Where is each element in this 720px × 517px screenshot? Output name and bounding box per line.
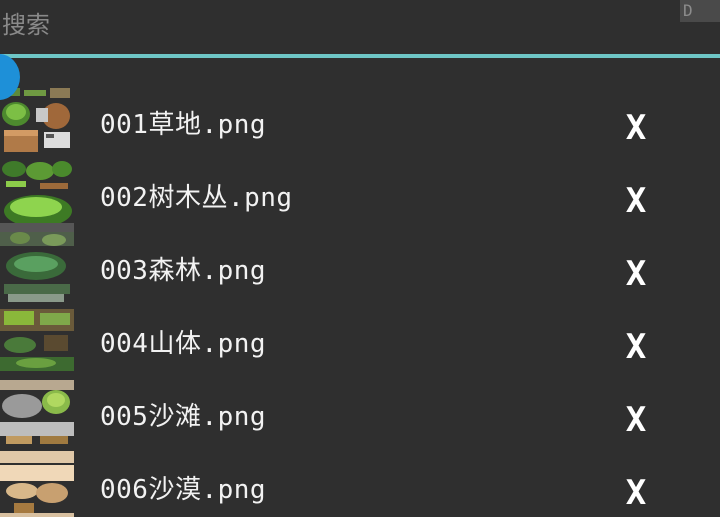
- search-button[interactable]: D: [680, 0, 720, 22]
- list-item[interactable]: 006沙漠.png X: [0, 451, 720, 517]
- thumbnail-image: [0, 159, 74, 232]
- delete-button[interactable]: X: [622, 402, 650, 438]
- file-name: 006沙漠.png: [100, 475, 267, 505]
- file-name: 001草地.png: [100, 110, 267, 140]
- delete-button[interactable]: X: [622, 329, 650, 365]
- list-item[interactable]: 001草地.png X: [0, 86, 720, 159]
- list-item[interactable]: 002树木丛.png X: [0, 159, 720, 232]
- list-item[interactable]: 003森林.png X: [0, 232, 720, 305]
- thumbnail-image: [0, 451, 74, 517]
- search-input[interactable]: [0, 0, 672, 50]
- file-name: 004山体.png: [100, 329, 267, 359]
- file-list: 001草地.png X 002树木丛.png X 003森林.png X 004…: [0, 86, 720, 517]
- delete-button[interactable]: X: [622, 475, 650, 511]
- file-name: 003森林.png: [100, 256, 267, 286]
- list-item[interactable]: 004山体.png X: [0, 305, 720, 378]
- search-underline: [0, 54, 720, 58]
- delete-button[interactable]: X: [622, 183, 650, 219]
- delete-button[interactable]: X: [622, 110, 650, 146]
- thumbnail-image: [0, 232, 74, 305]
- thumbnail-image: [0, 305, 74, 378]
- delete-button[interactable]: X: [622, 256, 650, 292]
- file-name: 002树木丛.png: [100, 183, 293, 213]
- list-item[interactable]: 005沙滩.png X: [0, 378, 720, 451]
- file-name: 005沙滩.png: [100, 402, 267, 432]
- thumbnail-image: [0, 378, 74, 451]
- thumbnail-image: [0, 86, 74, 159]
- file-browser-window: D 001草地.png: [0, 0, 720, 517]
- search-bar: D: [0, 0, 720, 58]
